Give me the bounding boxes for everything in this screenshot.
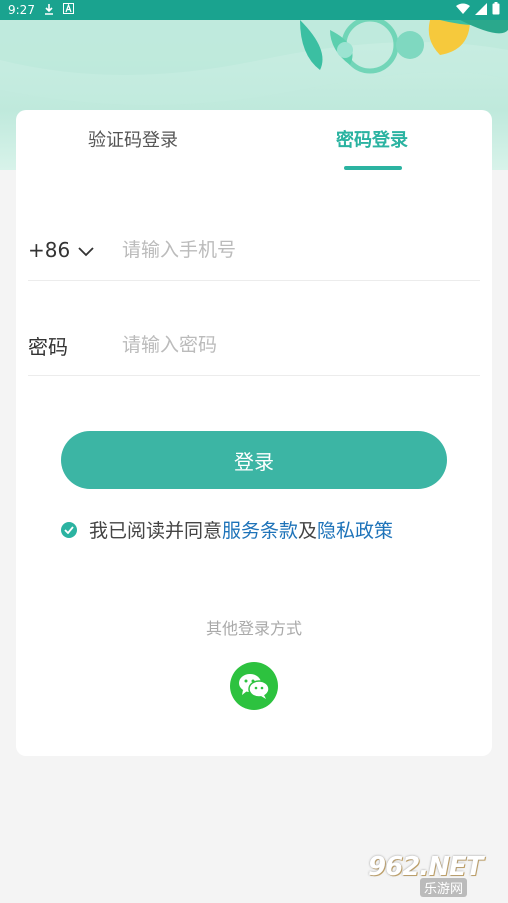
a-icon <box>62 3 74 17</box>
terms-link[interactable]: 服务条款 <box>222 516 298 543</box>
login-button[interactable]: 登录 <box>61 431 447 489</box>
wechat-login-button[interactable] <box>230 662 278 710</box>
battery-icon <box>492 2 500 18</box>
password-row: 密码 <box>28 315 480 376</box>
status-bar: 9:27 <box>0 0 508 20</box>
privacy-link[interactable]: 隐私政策 <box>317 516 393 543</box>
agreement-prefix: 我已阅读并同意 <box>89 520 223 542</box>
phone-input[interactable] <box>120 238 480 262</box>
site-watermark: 962.NET 乐游网 <box>368 852 502 898</box>
country-code-selector[interactable]: +86 <box>28 238 120 262</box>
phone-row: +86 <box>28 220 480 281</box>
check-icon <box>64 525 74 534</box>
tab-password-login[interactable]: 密码登录 <box>336 126 408 152</box>
agreement-checkbox[interactable] <box>61 521 77 538</box>
login-tabs: 验证码登录 密码登录 <box>16 110 492 170</box>
agreement-conjunction: 及 <box>298 520 318 542</box>
password-label: 密码 <box>28 334 68 359</box>
download-icon <box>43 3 55 18</box>
country-code: +86 <box>28 238 71 262</box>
login-card: 验证码登录 密码登录 +86 密码 登录 我已阅读并同意 服务条款 及 隐私政策… <box>16 110 492 756</box>
other-login-label: 其他登录方式 <box>205 619 302 638</box>
agreement-row: 我已阅读并同意 服务条款 及 隐私政策 <box>61 516 393 543</box>
wifi-icon <box>456 3 470 18</box>
status-time: 9:27 <box>8 3 35 17</box>
wechat-icon <box>239 674 270 699</box>
watermark-subtitle: 乐游网 <box>420 878 468 897</box>
password-input[interactable] <box>120 333 480 357</box>
active-tab-indicator <box>344 166 402 170</box>
signal-icon <box>475 2 487 18</box>
tab-sms-login[interactable]: 验证码登录 <box>88 126 178 152</box>
chevron-down-icon <box>78 238 94 262</box>
